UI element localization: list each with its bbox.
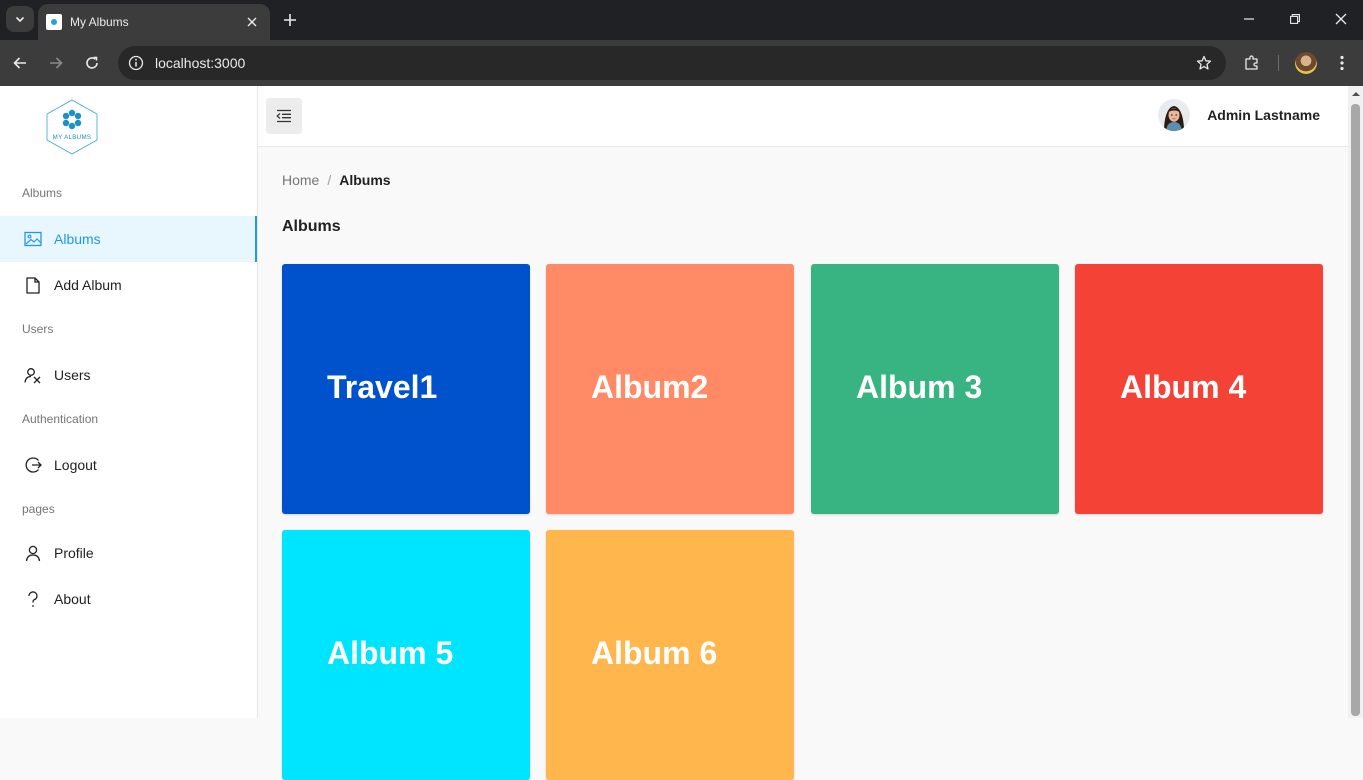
restore-button[interactable] <box>1272 0 1318 38</box>
sidebar-item-label: About <box>54 591 91 607</box>
nav-heading-albums: Albums <box>22 186 63 200</box>
minimize-icon <box>1244 18 1254 20</box>
sidebar: MY ALBUMS Albums Albums Add Album Users … <box>0 86 258 718</box>
bookmark-star-icon[interactable] <box>1190 49 1218 77</box>
close-window-button[interactable] <box>1318 0 1363 38</box>
browser-tabstrip: My Albums <box>0 0 1363 40</box>
scroll-up-button[interactable] <box>1348 86 1363 102</box>
profile-avatar-icon <box>1295 52 1317 74</box>
album-title: Album 3 <box>856 369 983 405</box>
browser-toolbar: localhost:3000 <box>0 40 1363 86</box>
sidebar-item-albums[interactable]: Albums <box>0 216 257 262</box>
album-title: Album2 <box>591 369 709 405</box>
extensions-icon[interactable] <box>1238 49 1266 77</box>
file-icon <box>24 276 42 294</box>
users-icon <box>24 366 42 384</box>
breadcrumb-separator: / <box>327 172 332 188</box>
scroll-thumb[interactable] <box>1351 104 1360 716</box>
album-card[interactable]: Album 3 <box>811 264 1059 514</box>
logout-icon <box>24 456 42 474</box>
nav-heading-users: Users <box>22 322 54 336</box>
close-icon <box>247 17 257 27</box>
page-scrollbar[interactable] <box>1348 86 1363 718</box>
album-title: Album 6 <box>591 635 718 671</box>
question-icon <box>24 590 42 608</box>
sidebar-item-label: Albums <box>54 231 101 247</box>
nav-heading-pages: pages <box>22 502 55 516</box>
forward-button[interactable] <box>42 49 70 77</box>
sidebar-item-add-album[interactable]: Add Album <box>0 262 257 308</box>
logo-text: MY ALBUMS <box>53 134 92 141</box>
close-icon <box>1335 13 1347 25</box>
sidebar-item-label: Profile <box>54 545 94 561</box>
sidebar-item-logout[interactable]: Logout <box>0 442 257 488</box>
image-icon <box>24 230 42 248</box>
menu-collapse-icon <box>276 109 291 123</box>
user-menu[interactable]: Admin Lastname <box>1158 99 1320 131</box>
breadcrumb-home-link[interactable]: Home <box>282 172 319 188</box>
album-card[interactable]: Album 4 <box>1075 264 1323 514</box>
arrow-left-icon <box>13 57 26 69</box>
user-name: Admin Lastname <box>1207 107 1320 123</box>
album-card[interactable]: Album2 <box>546 264 794 514</box>
sidebar-item-users[interactable]: Users <box>0 352 257 398</box>
minimize-button[interactable] <box>1226 0 1272 38</box>
favicon-icon <box>46 14 62 30</box>
app-header: Admin Lastname <box>258 86 1348 147</box>
sidebar-item-label: Logout <box>54 457 97 473</box>
arrow-right-icon <box>50 57 63 69</box>
site-info-icon[interactable] <box>126 53 146 73</box>
album-card[interactable]: Album 5 <box>282 530 530 780</box>
sidebar-item-about[interactable]: About <box>0 576 257 622</box>
app-logo[interactable]: MY ALBUMS <box>44 98 100 156</box>
restore-icon <box>1290 14 1300 24</box>
album-title: Travel1 <box>327 369 438 405</box>
chevron-down-icon <box>15 16 25 23</box>
album-card[interactable]: Travel1 <box>282 264 530 514</box>
url-text: localhost:3000 <box>155 55 246 71</box>
sidebar-item-label: Add Album <box>54 277 122 293</box>
breadcrumb: Home / Albums <box>282 172 391 188</box>
sidebar-toggle-button[interactable] <box>266 98 302 134</box>
back-button[interactable] <box>6 49 34 77</box>
album-card[interactable]: Album 6 <box>546 530 794 780</box>
toolbar-divider <box>1278 55 1279 71</box>
avatar <box>1158 99 1191 131</box>
reload-button[interactable] <box>78 49 106 77</box>
new-tab-button[interactable] <box>278 8 302 32</box>
sidebar-item-label: Users <box>54 367 91 383</box>
plus-icon <box>284 14 296 26</box>
browser-menu-button[interactable] <box>1328 49 1356 77</box>
album-title: Album 5 <box>327 635 454 671</box>
breadcrumb-current: Albums <box>339 172 391 188</box>
tab-close-button[interactable] <box>244 14 260 30</box>
album-title: Album 4 <box>1120 369 1247 405</box>
profile-button[interactable] <box>1292 49 1320 77</box>
reload-icon <box>86 56 98 69</box>
scroll-up-arrow-icon <box>1351 92 1360 96</box>
tab-title: My Albums <box>70 15 129 29</box>
page-title: Albums <box>282 218 341 235</box>
user-icon <box>24 544 42 562</box>
nav-heading-authentication: Authentication <box>22 412 99 426</box>
sidebar-item-profile[interactable]: Profile <box>0 530 257 576</box>
browser-tab[interactable]: My Albums <box>38 4 270 40</box>
tab-search-button[interactable] <box>6 6 34 32</box>
kebab-menu-icon <box>1340 55 1344 71</box>
address-bar[interactable]: localhost:3000 <box>118 46 1226 80</box>
